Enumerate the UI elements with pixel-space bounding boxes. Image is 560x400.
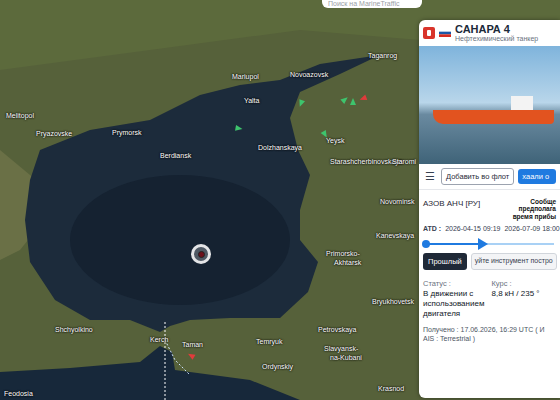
ship-superstructure-icon — [511, 96, 533, 111]
eta-label-line: предполага — [513, 205, 556, 212]
vessel-dot-icon[interactable] — [198, 251, 205, 258]
place-label: Pryazovske — [36, 130, 72, 138]
vessel-panel: САНАРА 4Нефтехимический танкер ☰Добавить … — [419, 20, 560, 398]
place-label: Mariupol — [232, 73, 259, 81]
eta-value: 2026-07-09 18:00 — [504, 224, 559, 235]
vessel-position-icon — [478, 238, 488, 250]
place-label: Kanevskaya — [376, 232, 414, 240]
atd-label: ATD : — [423, 224, 441, 235]
place-label: Taganrog — [368, 52, 397, 60]
status-value: В движении с использованием двигателя — [423, 289, 488, 318]
status-label: Статус : — [423, 278, 488, 289]
past-track-row: Прошлыйуйте инструмент постро — [419, 253, 560, 270]
ais-source: AIS : Terrestrial ) — [423, 335, 556, 344]
place-label: na-Kubani — [330, 354, 362, 362]
alert-icon[interactable] — [423, 27, 435, 39]
alert-button[interactable]: хаали о — [518, 169, 556, 184]
tooltip: уйте инструмент постро — [471, 253, 557, 270]
course-value: 8,8 кН / 235 ° — [492, 289, 557, 299]
ship-hull-icon — [433, 110, 554, 124]
place-label: Akhtarsk — [334, 259, 361, 267]
departure-dot-icon — [422, 240, 430, 248]
selected-vessel-icon[interactable] — [191, 244, 211, 264]
place-label: Prymorsk — [112, 129, 142, 137]
vessel-titles: САНАРА 4Нефтехимический танкер — [455, 23, 538, 43]
place-label: Novominsk — [380, 198, 415, 206]
place-label: Starashcherbinovskaya — [330, 158, 403, 166]
separator — [419, 189, 560, 190]
destination: АЗОВ АНЧ [РУ] — [423, 198, 480, 210]
place-label: Petrovskaya — [318, 326, 357, 334]
times-row: ATD : 2026-04-15 09:19 2026-07-09 18:00 — [419, 220, 560, 235]
voyage-progress[interactable] — [425, 243, 554, 245]
place-label: Yeysk — [326, 137, 344, 145]
place-label: Ordynskiy — [262, 363, 293, 371]
destination-row: АЗОВ АНЧ [РУ] Сообщепредполагавремя прибы — [419, 190, 560, 220]
vessel-toolbar: ☰Добавить во флот хаали о — [419, 164, 560, 189]
voyage-progress-fill — [425, 243, 483, 245]
place-label: Shchyolkino — [55, 326, 93, 334]
eta-label-line: время прибы — [513, 213, 556, 220]
place-label: Kerch — [150, 336, 168, 344]
vessel-name: САНАРА 4 — [455, 23, 538, 35]
course-field: Курс :8,8 кН / 235 ° — [492, 278, 557, 318]
vessel-type: Нефтехимический танкер — [455, 35, 538, 43]
status-course-row: Статус :В движении с использованием двиг… — [419, 270, 560, 318]
menu-button[interactable]: ☰ — [423, 168, 437, 185]
ship-marker-icon[interactable] — [350, 98, 356, 105]
place-label: Yalta — [244, 97, 259, 105]
eta-label-line: Сообще — [513, 198, 556, 205]
place-label: Melitopol — [6, 112, 34, 120]
status-field: Статус :В движении с использованием двиг… — [423, 278, 488, 318]
place-label: Staromi — [392, 158, 416, 166]
place-label: Novoazovsk — [290, 71, 328, 79]
place-label: Primorsko- — [326, 250, 360, 258]
place-label: Feodosia — [4, 390, 33, 398]
place-label: Berdiansk — [160, 152, 191, 160]
past-track-button[interactable]: Прошлый — [423, 253, 467, 270]
atd-value: 2026-04-15 09:19 — [445, 224, 500, 235]
place-label: Krasnod — [378, 385, 404, 393]
place-label: Bryukhovetsk — [372, 298, 414, 306]
place-label: Dolzhanskaya — [258, 144, 302, 152]
place-label: Slavyansk- — [324, 345, 358, 353]
atd: ATD : 2026-04-15 09:19 — [423, 224, 500, 235]
ship-marker-icon[interactable] — [235, 125, 243, 132]
vessel-header: САНАРА 4Нефтехимический танкер — [419, 20, 560, 46]
eta-label: Сообщепредполагавремя прибы — [513, 198, 556, 220]
search-field[interactable] — [322, 0, 422, 8]
russia-flag-icon — [439, 29, 451, 37]
received-info: Получено : 17.06.2026, 16:29 UTC ( ИAIS … — [419, 318, 560, 344]
vessel-photo[interactable] — [419, 46, 560, 164]
course-label: Курс : — [492, 278, 557, 289]
received-time: Получено : 17.06.2026, 16:29 UTC ( И — [423, 326, 556, 335]
place-label: Taman — [182, 341, 203, 349]
map-view[interactable]: Melitopol Pryazovske Prymorsk Berdiansk Mari… — [0, 0, 560, 400]
place-label: Temryuk — [256, 338, 282, 346]
add-fleet-button[interactable]: Добавить во флот — [441, 168, 514, 185]
